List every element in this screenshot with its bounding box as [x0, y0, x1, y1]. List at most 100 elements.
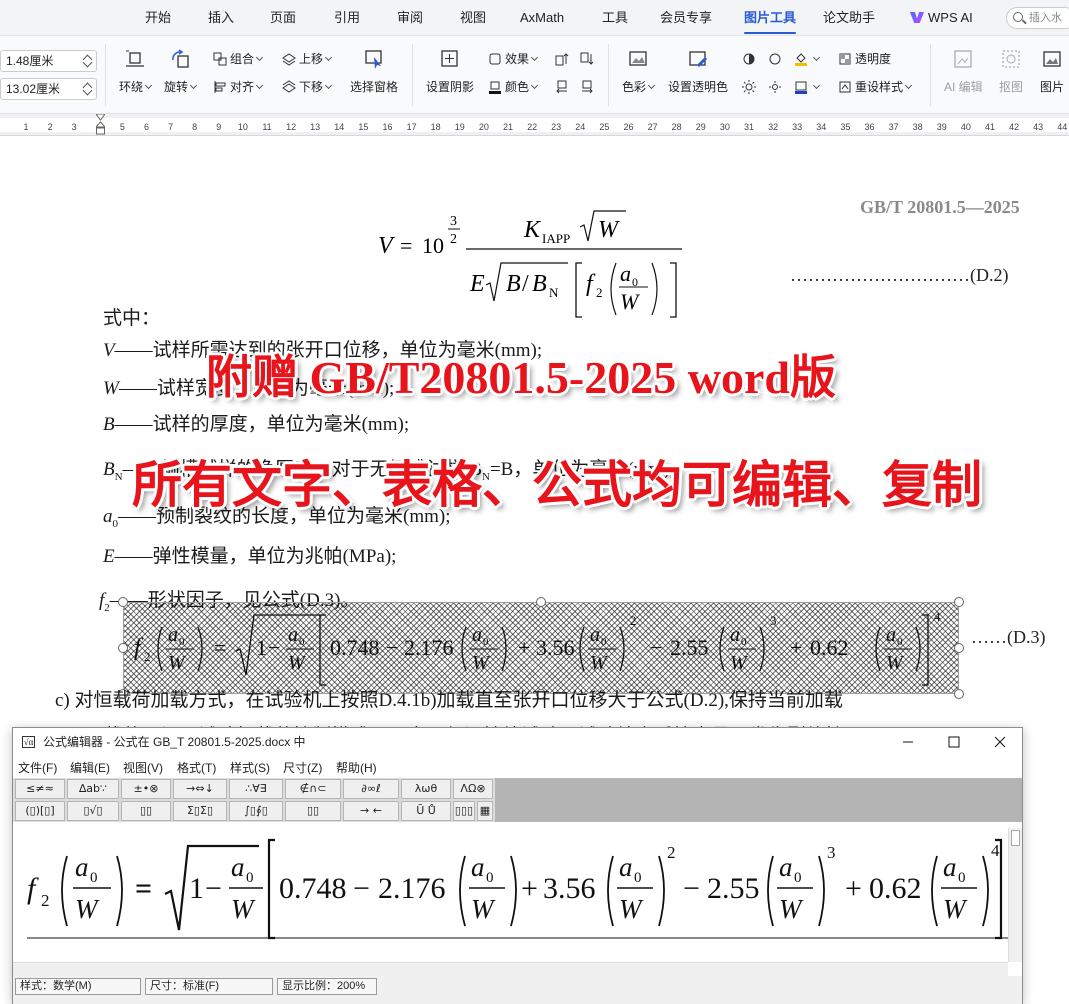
shadow-button[interactable]: 设置阴影 — [426, 48, 474, 108]
spinner-icon[interactable] — [84, 54, 92, 68]
border-color-button[interactable] — [794, 76, 821, 98]
palette-spaces[interactable]: ∆ab∵ — [67, 779, 119, 799]
palette-matrices[interactable]: ▯▯▯ — [453, 801, 475, 821]
resize-handle-n[interactable] — [536, 597, 546, 607]
indent-marker-icon[interactable] — [96, 114, 105, 136]
tab-insert[interactable]: 插入 — [208, 0, 234, 36]
layers-down-icon — [282, 80, 296, 93]
flip-left-button[interactable] — [555, 76, 572, 98]
equation-d3-object[interactable]: f 2 a 0 W = 1 − a 0 W 0.748 − 2.176 a 0 … — [123, 602, 959, 694]
flip-right-button[interactable] — [580, 76, 597, 98]
palette-misc[interactable]: ∂∞ℓ — [343, 779, 399, 799]
color-button[interactable]: 颜色 — [488, 76, 539, 98]
transparency-button[interactable]: 透明度 — [838, 48, 891, 70]
tab-picture-tools[interactable]: 图片工具 — [744, 0, 797, 36]
tab-view[interactable]: 视图 — [460, 0, 486, 36]
tab-member[interactable]: 会员专享 — [660, 0, 712, 36]
promo-line-2: 所有文字、表格、公式均可编辑、复制 — [132, 457, 982, 513]
editor-title-bar[interactable]: √α 公式编辑器 - 公式在 GB_T 20801.5-2025.docx 中 — [13, 728, 1022, 756]
editor-vertical-scrollbar[interactable] — [1008, 828, 1022, 962]
height-field[interactable]: 13.02厘米 — [0, 78, 97, 100]
tab-review[interactable]: 审阅 — [397, 0, 423, 36]
rotate-button[interactable]: 旋转 — [164, 48, 198, 108]
palette-operators[interactable]: ±•⊗ — [121, 779, 171, 799]
palette-greek-lower[interactable]: λωθ — [401, 779, 451, 799]
palette-relations[interactable]: ≤≠≈ — [15, 779, 65, 799]
editor-horizontal-scrollbar[interactable] — [13, 962, 1008, 976]
recolor-button[interactable]: 色彩 — [622, 48, 656, 108]
resize-handle-ne[interactable] — [954, 597, 964, 607]
close-icon[interactable] — [977, 728, 1023, 756]
menu-size[interactable]: 尺寸(Z) — [283, 759, 322, 776]
bring-forward-button[interactable]: 上移 — [282, 48, 333, 70]
menu-file[interactable]: 文件(F) — [18, 759, 57, 776]
eq-d3-minus3: − — [650, 635, 662, 660]
rotate-icon — [172, 49, 189, 68]
wrap-button[interactable]: 环绕 — [119, 48, 153, 108]
scroll-thumb[interactable] — [1011, 830, 1020, 846]
palette-logic[interactable]: ∴∀∃ — [229, 779, 283, 799]
palette-fences[interactable]: (▯)[▯] — [15, 801, 65, 821]
eq-d3-pow2: 2 — [630, 613, 637, 628]
horizontal-ruler[interactable]: 1234567891011121314151617181920212223242… — [0, 114, 1069, 136]
minimize-icon[interactable] — [885, 728, 931, 756]
palette-bars[interactable]: ▯▯ — [285, 801, 341, 821]
palette-sets[interactable]: ∉∩⊂ — [285, 779, 341, 799]
equation-editor-window[interactable]: √α 公式编辑器 - 公式在 GB_T 20801.5-2025.docx 中 … — [12, 727, 1023, 1004]
menu-style[interactable]: 样式(S) — [230, 759, 270, 776]
palette-labeled-arrows[interactable]: → ← — [343, 801, 399, 821]
fill-color-button[interactable] — [794, 48, 821, 70]
resize-handle-e[interactable] — [954, 643, 964, 653]
brightness-up-button[interactable] — [742, 48, 759, 70]
menu-view[interactable]: 视图(V) — [123, 759, 163, 776]
tab-wps-ai[interactable]: WPS AI — [910, 0, 973, 36]
spinner-icon[interactable] — [84, 82, 92, 96]
sharpen-button[interactable] — [742, 76, 759, 98]
equation-d2[interactable]: V = 10 3 2 K IAPP W E B / B N f 2 a 0 W — [370, 205, 690, 325]
ed-minus3: − — [683, 872, 700, 905]
nudge-down-button[interactable] — [580, 48, 597, 70]
tab-thesis-assistant[interactable]: 论文助手 — [823, 0, 875, 36]
palette-arrows[interactable]: →⇔↓ — [173, 779, 227, 799]
align-button[interactable]: 对齐 — [213, 76, 264, 98]
palette-grid[interactable]: ▦ — [477, 801, 493, 821]
menu-edit[interactable]: 编辑(E) — [70, 759, 110, 776]
palette-greek-upper[interactable]: ΛΩ⊗ — [453, 779, 493, 799]
tab-home[interactable]: 开始 — [145, 0, 171, 36]
maximize-icon[interactable] — [931, 728, 977, 756]
resize-handle-nw[interactable] — [118, 597, 128, 607]
search-input[interactable]: 插入水 — [1006, 7, 1069, 29]
palette-products[interactable]: Ū Ů — [401, 801, 451, 821]
menu-help[interactable]: 帮助(H) — [336, 759, 377, 776]
send-backward-button[interactable]: 下移 — [282, 76, 333, 98]
tab-tools[interactable]: 工具 — [602, 0, 628, 36]
palette-sums[interactable]: Σ▯Σ▯ — [173, 801, 227, 821]
selection-pane-button[interactable]: 选择窗格 — [350, 48, 398, 108]
brightness-down-button[interactable] — [768, 48, 785, 70]
ai-edit-button[interactable]: AI 编辑 — [944, 48, 983, 108]
tab-references[interactable]: 引用 — [334, 0, 360, 36]
palette-fractions-radicals[interactable]: ▯√▯ — [67, 801, 119, 821]
reset-style-button[interactable]: 重设样式 — [838, 76, 913, 98]
effects-button[interactable]: 效果 — [488, 48, 539, 70]
ed-f: f — [27, 872, 39, 905]
eq-d3-c1: 2.176 — [404, 635, 454, 660]
ruler-tick-label: 21 — [502, 122, 513, 132]
resize-handle-se[interactable] — [954, 689, 964, 699]
tab-axmath[interactable]: AxMath — [520, 0, 564, 36]
equation-edit-area[interactable]: f 2 a 0 W = 1 − a 0 W 0.748 − 2.176 a 0 … — [13, 828, 1008, 962]
width-field[interactable]: 1.48厘米 — [0, 50, 97, 72]
palette-scripts[interactable]: ▯▯ — [121, 801, 171, 821]
tab-page[interactable]: 页面 — [270, 0, 296, 36]
resize-handle-w[interactable] — [118, 643, 128, 653]
menu-format[interactable]: 格式(T) — [177, 759, 216, 776]
nudge-up-button[interactable] — [555, 48, 572, 70]
palette-integrals[interactable]: ∫▯∮▯ — [229, 801, 283, 821]
cutout-button[interactable]: 抠图 — [999, 48, 1023, 108]
set-transparent-color-button[interactable]: 设置透明色 — [668, 48, 728, 108]
group-button[interactable]: 组合 — [213, 48, 264, 70]
picture-more-button[interactable]: 图片 — [1040, 48, 1064, 108]
soften-button[interactable] — [768, 76, 785, 98]
eq-d3-a4: a — [590, 624, 600, 646]
divider — [608, 44, 609, 106]
